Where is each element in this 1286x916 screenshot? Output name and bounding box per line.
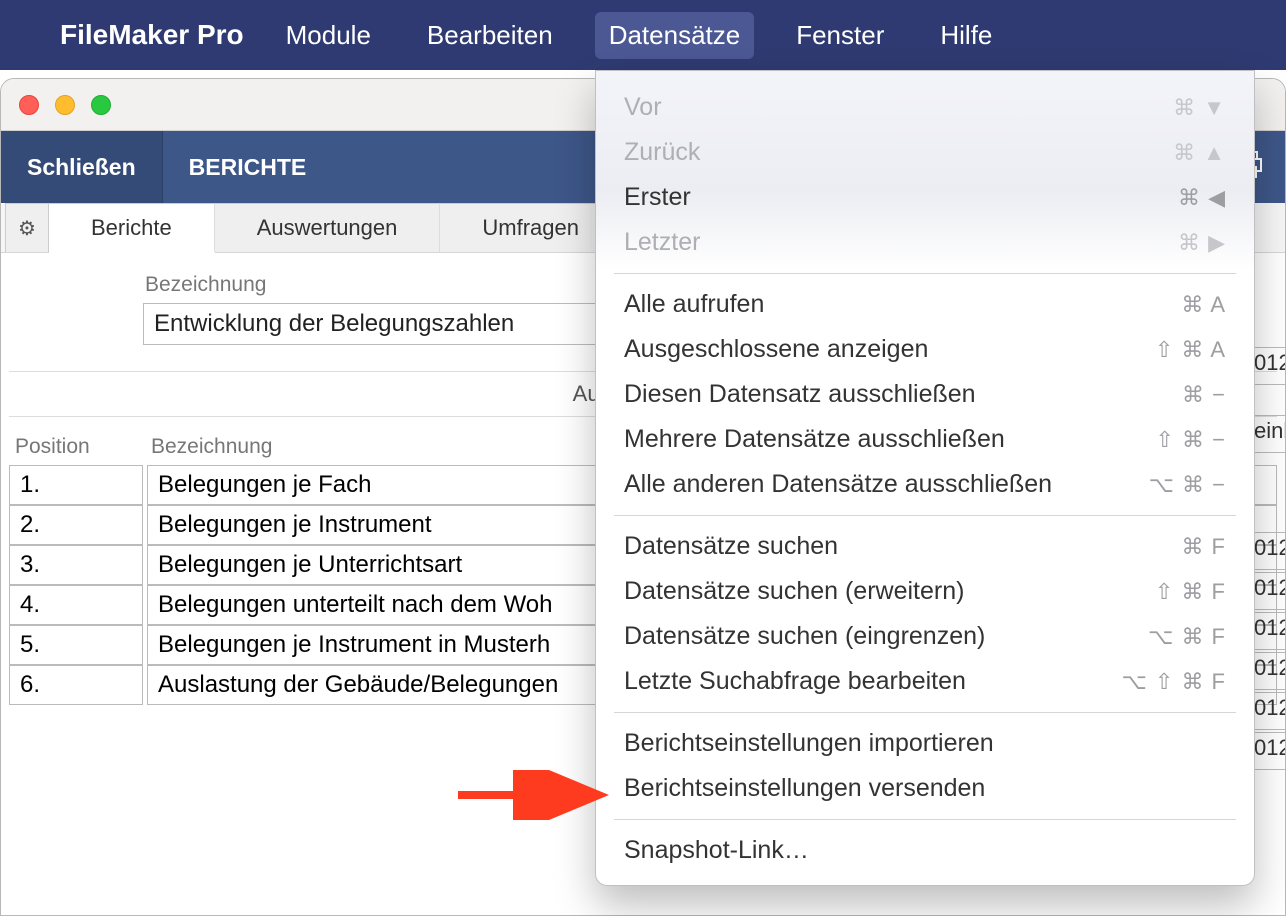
- menu-item-shortcut: ⌘ ▶: [1178, 230, 1226, 256]
- tab-auswertungen[interactable]: Auswertungen: [215, 203, 441, 252]
- tab-berichte[interactable]: Berichte: [49, 203, 215, 253]
- menu-item-label: Alle aufrufen: [624, 290, 764, 319]
- menu-item[interactable]: Datensätze suchen (eingrenzen) ⌥ ⌘ F: [596, 614, 1254, 659]
- app-name[interactable]: FileMaker Pro: [60, 19, 244, 51]
- menu-item: Zurück ⌘ ▲: [596, 130, 1254, 175]
- menu-item[interactable]: Berichtseinstellungen versenden: [596, 766, 1254, 811]
- menu-separator: [614, 819, 1236, 820]
- menu-bearbeiten[interactable]: Bearbeiten: [413, 12, 567, 59]
- menu-item[interactable]: Datensätze suchen ⌘ F: [596, 524, 1254, 569]
- menu-item[interactable]: Berichtseinstellungen importieren: [596, 721, 1254, 766]
- menu-item: Vor ⌘ ▼: [596, 85, 1254, 130]
- menu-item-shortcut: ⌥ ⌘ −: [1149, 472, 1226, 498]
- cell-position[interactable]: 1.: [9, 465, 143, 505]
- menu-item-shortcut: ⌘ −: [1182, 382, 1226, 408]
- menu-item-label: Mehrere Datensätze ausschließen: [624, 425, 1005, 454]
- menu-separator: [614, 273, 1236, 274]
- toolbar-title: BERICHTE: [163, 154, 333, 181]
- menu-item-label: Datensätze suchen (erweitern): [624, 577, 964, 606]
- menu-item[interactable]: Ausgeschlossene anzeigen ⇧ ⌘ A: [596, 327, 1254, 372]
- menu-item-shortcut: ⇧ ⌘ F: [1155, 579, 1226, 605]
- annotation-arrow-icon: [458, 770, 618, 820]
- datensaetze-dropdown: Vor ⌘ ▼ Zurück ⌘ ▲ Erster ⌘ ◀ Letzter ⌘ ▶ Alle a…: [595, 70, 1255, 886]
- menu-item-label: Datensätze suchen: [624, 532, 838, 561]
- cell-position[interactable]: 3.: [9, 545, 143, 585]
- menu-item-shortcut: ⌘ A: [1181, 292, 1226, 318]
- cell-position[interactable]: 5.: [9, 625, 143, 665]
- menu-item[interactable]: Alle aufrufen ⌘ A: [596, 282, 1254, 327]
- menu-item-label: Erster: [624, 183, 691, 212]
- menu-item-label: Zurück: [624, 138, 700, 167]
- menu-item-label: Diesen Datensatz ausschließen: [624, 380, 976, 409]
- menu-item-label: Ausgeschlossene anzeigen: [624, 335, 928, 364]
- menu-module[interactable]: Module: [272, 12, 385, 59]
- cell-position[interactable]: 2.: [9, 505, 143, 545]
- window-minimize-icon[interactable]: [55, 95, 75, 115]
- macos-menubar: FileMaker Pro Module Bearbeiten Datensät…: [0, 0, 1286, 70]
- menu-item-shortcut: ⇧ ⌘ −: [1155, 427, 1226, 453]
- menu-item-label: Snapshot-Link…: [624, 836, 809, 865]
- menu-item-label: Berichtseinstellungen importieren: [624, 729, 994, 758]
- menu-item-shortcut: ⌘ F: [1181, 534, 1226, 560]
- menu-item: Letzter ⌘ ▶: [596, 220, 1254, 265]
- menu-separator: [614, 712, 1236, 713]
- menu-item-shortcut: ⌘ ▼: [1173, 95, 1226, 121]
- menu-item[interactable]: Mehrere Datensätze ausschließen ⇧ ⌘ −: [596, 417, 1254, 462]
- menu-datensaetze[interactable]: Datensätze: [595, 12, 755, 59]
- menu-item-label: Datensätze suchen (eingrenzen): [624, 622, 985, 651]
- menu-hilfe[interactable]: Hilfe: [926, 12, 1006, 59]
- menu-item-shortcut: ⌥ ⇧ ⌘ F: [1121, 669, 1226, 695]
- cell-position[interactable]: 4.: [9, 585, 143, 625]
- menu-item-label: Berichtseinstellungen versenden: [624, 774, 985, 803]
- menu-fenster[interactable]: Fenster: [782, 12, 898, 59]
- menu-item[interactable]: Alle anderen Datensätze ausschließen ⌥ ⌘ …: [596, 462, 1254, 507]
- window-zoom-icon[interactable]: [91, 95, 111, 115]
- menu-item-shortcut: ⌥ ⌘ F: [1148, 624, 1226, 650]
- cell-position[interactable]: 6.: [9, 665, 143, 705]
- menu-item-label: Alle anderen Datensätze ausschließen: [624, 470, 1052, 499]
- menu-item-label: Vor: [624, 93, 662, 122]
- menu-item-shortcut: ⌘ ▲: [1173, 140, 1226, 166]
- window-close-icon[interactable]: [19, 95, 39, 115]
- menu-item[interactable]: Erster ⌘ ◀: [596, 175, 1254, 220]
- toolbar-close-button[interactable]: Schließen: [1, 131, 163, 203]
- menu-item[interactable]: Snapshot-Link…: [596, 828, 1254, 873]
- menu-item[interactable]: Letzte Suchabfrage bearbeiten ⌥ ⇧ ⌘ F: [596, 659, 1254, 704]
- menu-item-shortcut: ⌘ ◀: [1178, 185, 1226, 211]
- menu-item-label: Letzte Suchabfrage bearbeiten: [624, 667, 966, 696]
- col-position: Position: [15, 435, 143, 459]
- menu-item-shortcut: ⇧ ⌘ A: [1155, 337, 1226, 363]
- menu-item-label: Letzter: [624, 228, 700, 257]
- menu-item[interactable]: Datensätze suchen (erweitern) ⇧ ⌘ F: [596, 569, 1254, 614]
- menu-item[interactable]: Diesen Datensatz ausschließen ⌘ −: [596, 372, 1254, 417]
- gear-icon[interactable]: ⚙: [5, 203, 49, 252]
- menu-separator: [614, 515, 1236, 516]
